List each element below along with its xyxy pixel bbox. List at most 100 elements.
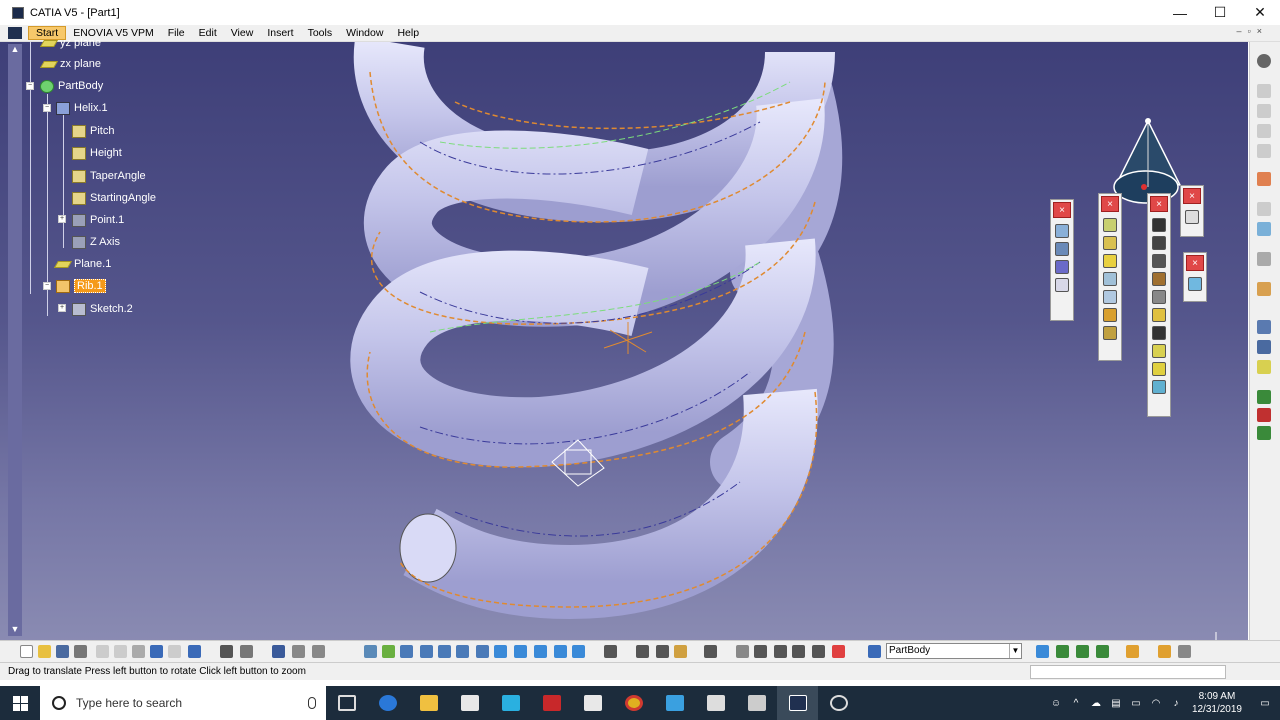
tree-node-sketch[interactable]: Sketch.2 [72, 300, 133, 318]
shaft-icon[interactable] [1103, 254, 1117, 268]
tool-icon[interactable] [604, 645, 617, 658]
zoom-out-icon[interactable] [456, 645, 469, 658]
maximize-button[interactable]: ☐ [1200, 0, 1240, 25]
tool-icon[interactable] [656, 645, 669, 658]
collapse-icon[interactable]: − [43, 282, 51, 290]
network-icon[interactable]: ▤ [1106, 698, 1126, 709]
draft-icon[interactable] [1152, 254, 1166, 268]
menu-help[interactable]: Help [390, 27, 426, 39]
pan-icon[interactable] [400, 645, 413, 658]
remove-face-icon[interactable] [1152, 326, 1166, 340]
tool-icon[interactable] [240, 645, 253, 658]
tool-icon[interactable] [1055, 224, 1069, 238]
chevron-up-icon[interactable]: ^ [1066, 698, 1086, 709]
scroll-down-icon[interactable]: ▼ [8, 624, 22, 636]
tree-scrollbar[interactable]: ▲ ▼ [8, 44, 22, 636]
doc-close-button[interactable]: × [1257, 26, 1262, 36]
edge-app[interactable] [367, 686, 408, 720]
tree-node-taperangle[interactable]: TaperAngle [72, 167, 146, 185]
define-work-object-icon[interactable] [868, 645, 881, 658]
fillet-icon[interactable] [1152, 218, 1166, 232]
collapse-icon[interactable]: − [26, 82, 34, 90]
tool-icon[interactable] [312, 645, 325, 658]
rotate-icon[interactable] [420, 645, 433, 658]
paste-icon[interactable] [132, 645, 145, 658]
tool-icon[interactable] [1056, 645, 1069, 658]
chevron-down-icon[interactable]: ▼ [1009, 644, 1021, 658]
tree-node-point[interactable]: Point.1 [72, 211, 124, 229]
file-explorer-app[interactable] [408, 686, 449, 720]
notifications-icon[interactable]: ▭ [1250, 698, 1280, 709]
tree-node-startingangle[interactable]: StartingAngle [72, 189, 156, 207]
work-object-dropdown[interactable]: PartBody ▼ [886, 643, 1022, 659]
open-icon[interactable] [38, 645, 51, 658]
menu-window[interactable]: Window [339, 27, 390, 39]
toolbar-close-button[interactable]: × [1150, 196, 1168, 212]
save-icon[interactable] [56, 645, 69, 658]
power-input-field[interactable] [1030, 665, 1226, 679]
print-icon[interactable] [74, 645, 87, 658]
tool-icon[interactable] [704, 645, 717, 658]
undo-icon[interactable] [150, 645, 163, 658]
split-icon[interactable] [1152, 362, 1166, 376]
expand-icon[interactable]: + [58, 215, 66, 223]
menu-insert[interactable]: Insert [260, 27, 300, 39]
tree-node-yz-plane[interactable]: yz plane [39, 34, 101, 52]
tool-icon[interactable] [1257, 144, 1271, 158]
app-pen[interactable] [654, 686, 695, 720]
point-tool-icon[interactable] [1257, 320, 1271, 334]
sketch-tool-icon[interactable] [1185, 210, 1199, 224]
doc-restore-button[interactable]: ▫ [1248, 26, 1251, 36]
wifi-icon[interactable]: ◠ [1146, 698, 1166, 709]
app-l[interactable] [490, 686, 531, 720]
tree-node-pitch[interactable]: Pitch [72, 122, 114, 140]
tool-icon[interactable] [1126, 645, 1139, 658]
people-icon[interactable]: ☺ [1046, 698, 1066, 709]
fly-mode-icon[interactable] [364, 645, 377, 658]
toolbar-close-button[interactable]: × [1186, 255, 1204, 271]
tool-icon[interactable] [792, 645, 805, 658]
tool-icon[interactable] [1257, 104, 1271, 118]
tree-node-rib[interactable]: Rib.1 [56, 277, 106, 295]
tool-icon[interactable] [1257, 282, 1271, 296]
tool-icon[interactable] [1257, 124, 1271, 138]
taskbar-search-box[interactable]: Type here to search [40, 686, 326, 720]
tool-icon[interactable] [1055, 242, 1069, 256]
tree-node-height[interactable]: Height [72, 144, 122, 162]
tool-icon[interactable] [812, 645, 825, 658]
normal-view-icon[interactable] [476, 645, 489, 658]
menu-file[interactable]: File [161, 27, 192, 39]
tool-icon[interactable] [1257, 252, 1271, 266]
menu-view[interactable]: View [224, 27, 261, 39]
tool-icon[interactable] [774, 645, 787, 658]
volume-icon[interactable]: ♪ [1166, 698, 1186, 709]
toolbar-close-button[interactable]: × [1183, 188, 1201, 204]
tool-icon[interactable] [832, 645, 845, 658]
tree-node-plane[interactable]: Plane.1 [53, 255, 111, 273]
calculator-app[interactable] [695, 686, 736, 720]
copy-icon[interactable] [114, 645, 127, 658]
collapse-icon[interactable]: − [43, 104, 51, 112]
scroll-up-icon[interactable]: ▲ [8, 44, 22, 56]
tree-node-helix[interactable]: Helix.1 [56, 99, 108, 117]
tool-icon[interactable] [1036, 645, 1049, 658]
mcafee-app[interactable] [531, 686, 572, 720]
menu-edit[interactable]: Edit [192, 27, 224, 39]
microphone-icon[interactable] [308, 697, 316, 709]
pocket-icon[interactable] [1103, 236, 1117, 250]
tool-icon[interactable] [1257, 84, 1271, 98]
select-icon[interactable] [1257, 172, 1271, 186]
rib-tool-icon[interactable] [1103, 308, 1117, 322]
tool-icon[interactable] [674, 645, 687, 658]
mail-app[interactable] [572, 686, 613, 720]
formula-icon[interactable] [220, 645, 233, 658]
expand-icon[interactable]: + [58, 304, 66, 312]
redo-icon[interactable] [168, 645, 181, 658]
tool-icon[interactable] [754, 645, 767, 658]
battery-icon[interactable]: ▭ [1126, 698, 1146, 709]
swap-icon[interactable] [554, 645, 567, 658]
store-app[interactable] [449, 686, 490, 720]
thread-icon[interactable] [1152, 308, 1166, 322]
clock[interactable]: 8:09 AM 12/31/2019 [1192, 690, 1242, 716]
iso-view-icon[interactable] [494, 645, 507, 658]
